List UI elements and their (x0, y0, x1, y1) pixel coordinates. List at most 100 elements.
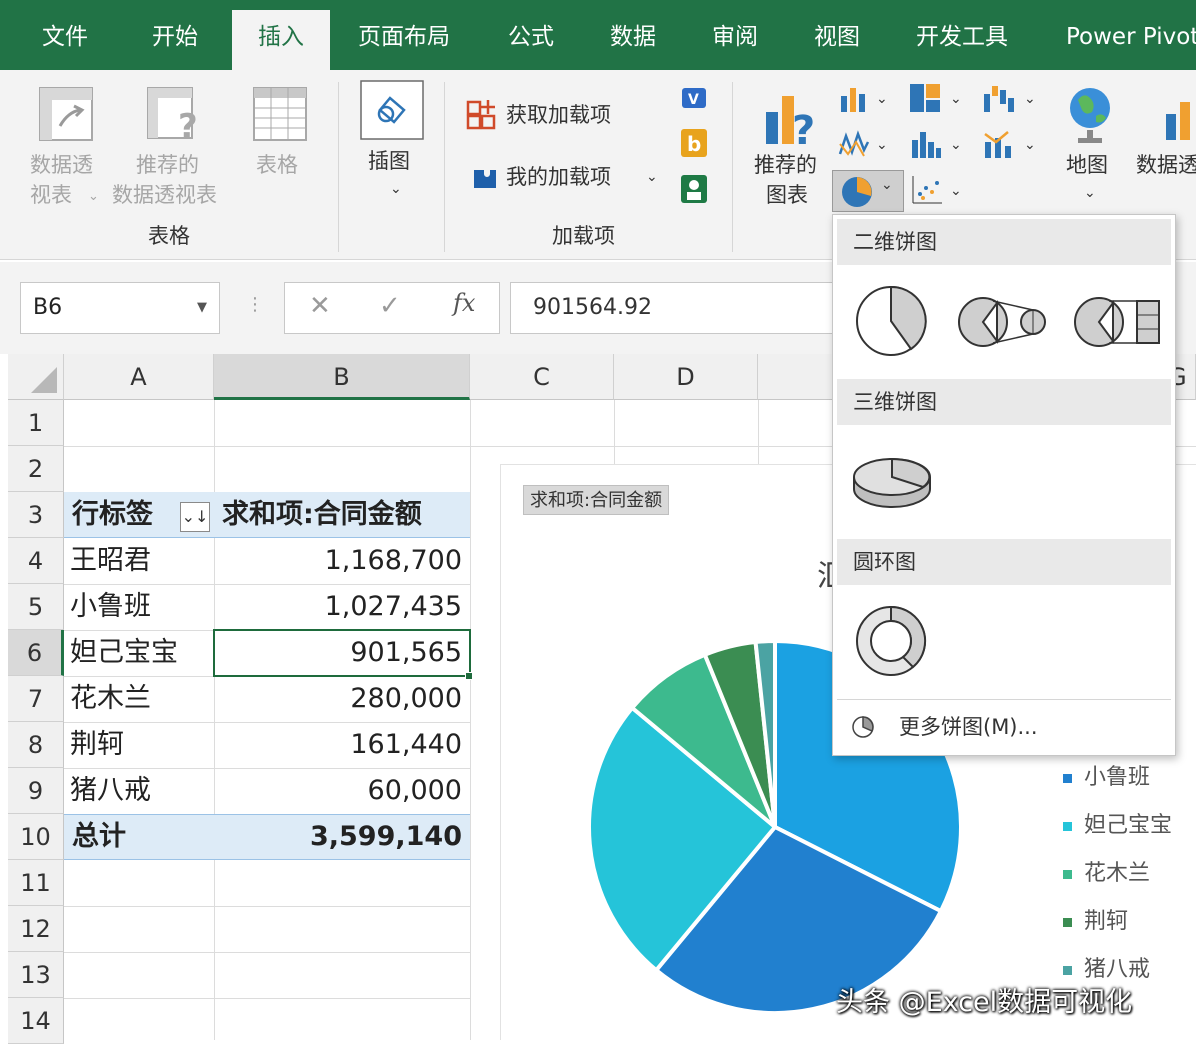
pivot-row-label[interactable]: 猪八戒 (70, 768, 214, 814)
pivot-row-label[interactable]: 王昭君 (70, 538, 214, 584)
legend-item[interactable]: 荆轲 (1063, 903, 1128, 935)
tab-data[interactable]: 数据 (610, 0, 656, 70)
column-header-a[interactable]: A (64, 354, 214, 400)
waterfall-chart-icon[interactable] (982, 82, 1016, 114)
formula-input[interactable]: 901564.92 (510, 282, 840, 334)
filter-dropdown-button[interactable]: ⌄↓ (180, 502, 210, 532)
pivot-table-label-1[interactable]: 数据透 (30, 150, 93, 180)
pivot-row-label[interactable]: 妲己宝宝 (70, 630, 214, 676)
bar-of-pie-icon[interactable] (1073, 293, 1163, 351)
recommended-charts-label-1[interactable]: 推荐的 (754, 150, 817, 180)
chevron-down-icon[interactable]: ▼ (197, 283, 207, 333)
column-header-c[interactable]: C (470, 354, 614, 400)
row-header[interactable]: 5 (8, 584, 64, 630)
name-box[interactable]: B6 ▼ (20, 282, 220, 334)
line-chart-icon[interactable] (838, 128, 870, 160)
row-header[interactable]: 4 (8, 538, 64, 584)
maps-label[interactable]: 地图 (1066, 150, 1108, 180)
legend-item[interactable]: 猪八戒 (1063, 951, 1150, 983)
chevron-down-icon[interactable]: ⌄ (1024, 84, 1036, 114)
chevron-down-icon[interactable]: ⌄ (950, 176, 962, 206)
row-header[interactable]: 2 (8, 446, 64, 492)
tab-view[interactable]: 视图 (814, 0, 860, 70)
illustrations-label[interactable]: 插图 (368, 146, 410, 176)
illustrations-icon[interactable] (360, 80, 424, 140)
tab-power-pivot[interactable]: Power Pivot (1066, 0, 1196, 70)
chevron-down-icon[interactable]: ⌄ (1084, 178, 1096, 208)
pie-2d-icon[interactable] (853, 283, 929, 359)
recommended-charts-icon[interactable]: ? (762, 84, 824, 150)
my-addins-icon[interactable] (468, 162, 498, 192)
row-header[interactable]: 6 (8, 630, 64, 676)
pie-3d-icon[interactable] (851, 449, 933, 511)
chevron-down-icon[interactable]: ⌄ (876, 84, 888, 114)
row-header[interactable]: 8 (8, 722, 64, 768)
row-header[interactable]: 14 (8, 998, 64, 1044)
column-header-b[interactable]: B (214, 354, 470, 400)
pivot-row-label[interactable]: 花木兰 (70, 676, 214, 722)
pivot-row-value[interactable]: 161,440 (214, 722, 470, 768)
table-icon[interactable] (252, 86, 308, 142)
pivot-table-label-2[interactable]: 视表 (30, 180, 72, 210)
recommended-pivot-label-1[interactable]: 推荐的 (136, 150, 199, 180)
pivot-row-value[interactable]: 280,000 (214, 676, 470, 722)
tab-insert[interactable]: 插入 (232, 10, 330, 72)
people-graph-icon[interactable] (678, 172, 710, 206)
fill-handle[interactable] (465, 672, 473, 680)
row-header[interactable]: 3 (8, 492, 64, 538)
row-header[interactable]: 13 (8, 952, 64, 998)
insert-function-icon[interactable]: fx (453, 289, 475, 317)
recommended-charts-label-2[interactable]: 图表 (766, 180, 808, 210)
row-header[interactable]: 1 (8, 400, 64, 446)
table-label[interactable]: 表格 (256, 150, 298, 180)
legend-item[interactable]: 妲己宝宝 (1063, 807, 1172, 839)
chevron-down-icon[interactable]: ⌄ (390, 174, 402, 204)
pivot-chart-icon[interactable] (1164, 98, 1196, 142)
pivot-total-label[interactable]: 总计 (72, 814, 212, 860)
column-header-d[interactable]: D (614, 354, 758, 400)
pivot-row-labels-header[interactable]: 行标签 (72, 492, 192, 538)
chevron-down-icon[interactable]: ⌄ (876, 130, 888, 160)
combo-chart-icon[interactable] (982, 128, 1016, 160)
more-pie-charts-item[interactable]: 更多饼图(M)... (837, 707, 1171, 747)
pivot-row-label[interactable]: 小鲁班 (70, 584, 214, 630)
tab-home[interactable]: 开始 (152, 0, 198, 70)
drag-handle-icon[interactable]: ⋮ (246, 294, 264, 315)
get-addins-icon[interactable] (466, 98, 498, 130)
row-header[interactable]: 11 (8, 860, 64, 906)
recommended-pivot-icon[interactable]: ? (146, 86, 206, 144)
row-header[interactable]: 12 (8, 906, 64, 952)
tab-review[interactable]: 审阅 (712, 0, 758, 70)
chevron-down-icon[interactable]: ⌄ (950, 130, 962, 160)
confirm-icon[interactable]: ✓ (379, 291, 401, 321)
tab-page-layout[interactable]: 页面布局 (358, 0, 450, 70)
statistic-chart-icon[interactable] (910, 128, 942, 160)
chevron-down-icon[interactable]: ⌄ (646, 162, 658, 192)
pie-chart-button[interactable]: ⌄ (832, 170, 904, 212)
row-header[interactable]: 7 (8, 676, 64, 722)
pivot-total-value[interactable]: 3,599,140 (214, 814, 470, 860)
row-header[interactable]: 10 (8, 814, 64, 860)
visio-icon[interactable]: V (678, 84, 710, 112)
maps-icon[interactable] (1066, 82, 1116, 148)
pie-of-pie-icon[interactable] (957, 293, 1051, 351)
pivot-row-value[interactable]: 60,000 (214, 768, 470, 814)
tab-developer[interactable]: 开发工具 (916, 0, 1008, 70)
tab-formulas[interactable]: 公式 (508, 0, 554, 70)
legend-item[interactable]: 花木兰 (1063, 855, 1150, 887)
select-all-corner[interactable] (8, 354, 64, 400)
chevron-down-icon[interactable]: ⌄ (1024, 130, 1036, 160)
doughnut-icon[interactable] (853, 603, 929, 679)
tab-file[interactable]: 文件 (42, 0, 88, 70)
pivot-row-label[interactable]: 荆轲 (70, 722, 214, 768)
bing-maps-icon[interactable]: b (678, 126, 710, 160)
hierarchy-chart-icon[interactable] (908, 82, 942, 114)
row-header[interactable]: 9 (8, 768, 64, 814)
pivot-row-value[interactable]: 1,168,700 (214, 538, 470, 584)
pivot-table-icon[interactable] (38, 86, 94, 142)
scatter-chart-icon[interactable] (910, 174, 944, 206)
recommended-pivot-label-2[interactable]: 数据透视表 (112, 180, 217, 210)
chevron-down-icon[interactable]: ⌄ (88, 182, 99, 212)
pivot-value-header[interactable]: 求和项:合同金额 (222, 492, 470, 538)
cancel-icon[interactable]: ✕ (309, 291, 331, 321)
